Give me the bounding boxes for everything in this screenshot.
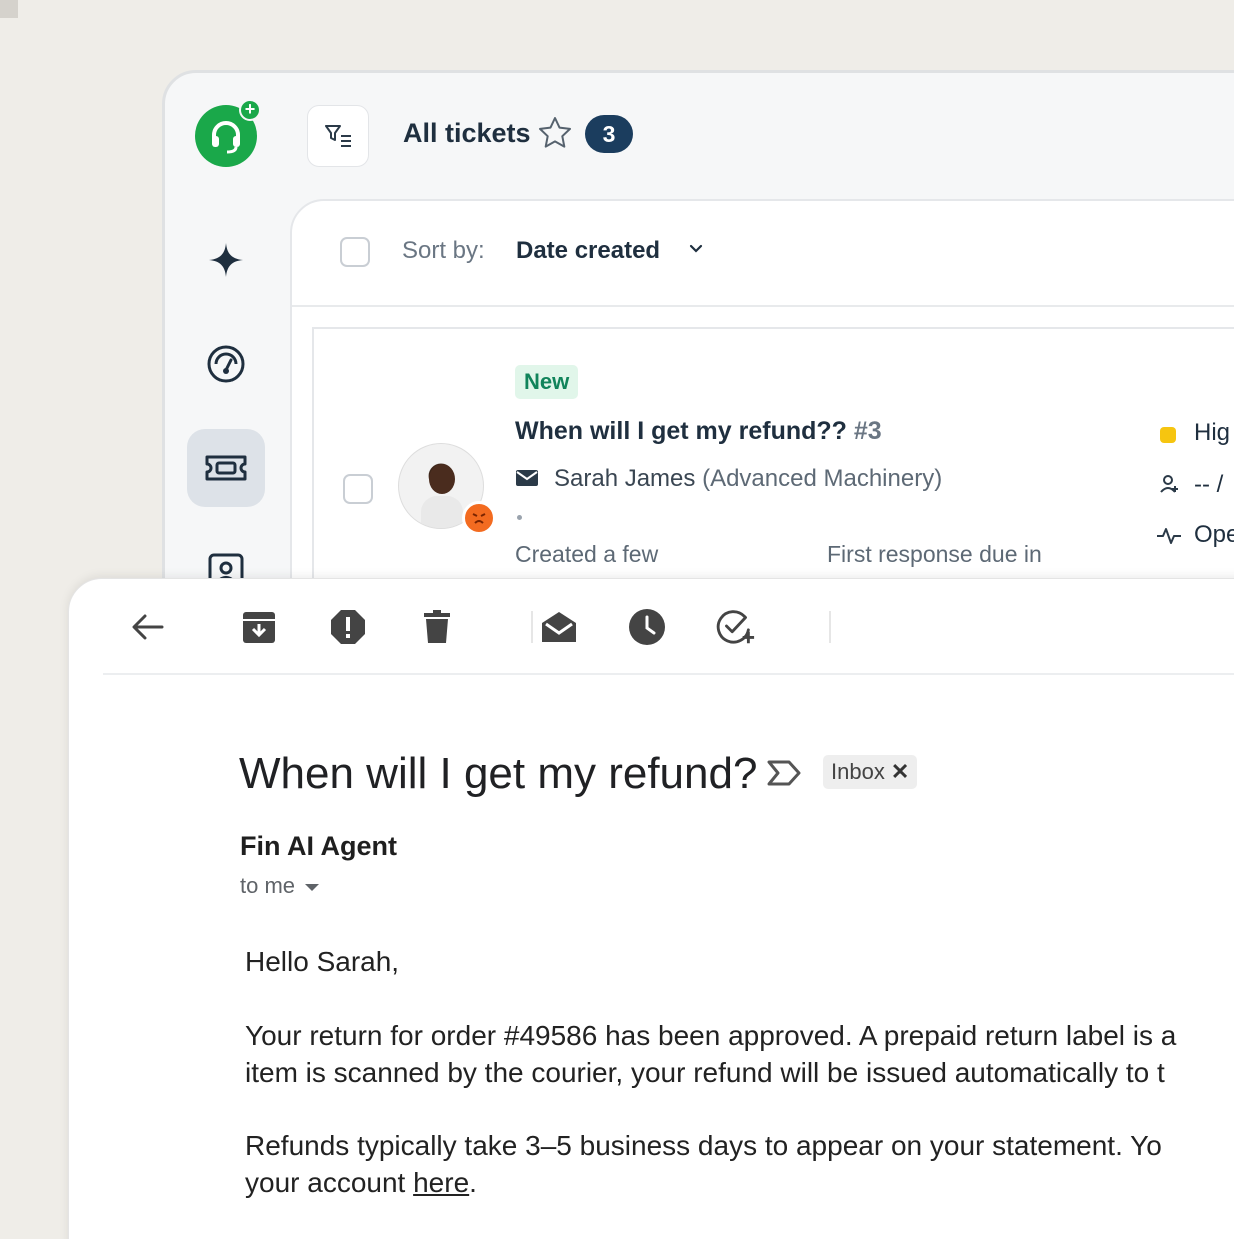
priority-value[interactable]: Hig — [1194, 419, 1230, 447]
report-spam-icon — [331, 610, 365, 644]
add-task-button[interactable] — [716, 607, 756, 647]
star-icon[interactable] — [537, 115, 573, 151]
activity-icon — [1157, 528, 1181, 544]
sender-name[interactable]: Fin AI Agent — [240, 831, 397, 862]
ticket-icon — [205, 455, 247, 481]
select-all-checkbox[interactable] — [340, 237, 370, 267]
toolbar-divider — [531, 611, 533, 643]
first-response-due: First response due in — [827, 541, 1042, 567]
ticket-count-badge: 3 — [585, 115, 633, 153]
ticket-subject-text: When will I get my refund?? — [515, 417, 847, 445]
caret-down-icon — [305, 883, 320, 891]
brand-logo[interactable]: + — [195, 99, 261, 167]
sort-label: Sort by: — [402, 237, 485, 264]
mark-unread-icon — [542, 612, 576, 642]
nav-item-dashboard[interactable] — [187, 325, 265, 403]
requester-name: Sarah James — [554, 465, 696, 492]
angry-sentiment-icon — [462, 501, 496, 535]
archive-button[interactable] — [239, 607, 279, 647]
report-spam-button[interactable] — [328, 607, 368, 647]
email-body-line: Your return for order #49586 has been ap… — [245, 1020, 1177, 1051]
nav-item-tickets[interactable] — [187, 429, 265, 507]
email-body-line: Refunds typically take 3–5 business days… — [245, 1130, 1162, 1161]
assignee-icon — [1160, 475, 1178, 493]
filter-button[interactable] — [307, 105, 369, 167]
headset-icon — [212, 121, 240, 154]
nav-item-ai[interactable] — [187, 221, 265, 299]
email-body-line: item is scanned by the courier, your ref… — [245, 1057, 1165, 1088]
plus-icon: + — [239, 99, 261, 121]
created-time: Created a few — [515, 541, 659, 567]
state-value[interactable]: Ope — [1194, 521, 1234, 549]
body-text-segment: your account — [245, 1167, 414, 1198]
email-channel-icon — [516, 470, 538, 486]
assignee-value[interactable]: -- / — [1194, 471, 1223, 499]
status-badge: New — [515, 365, 579, 399]
snooze-icon — [629, 609, 665, 645]
ticket-subject[interactable]: When will I get my refund?? #3 — [515, 417, 882, 446]
separator-dot — [517, 515, 522, 520]
mark-unread-button[interactable] — [539, 607, 579, 647]
sparkle-icon — [209, 243, 243, 277]
email-greeting: Hello Sarah, — [245, 946, 400, 977]
body-text-segment: . — [469, 1167, 477, 1198]
email-toolbar — [103, 579, 1234, 675]
corner-marker — [0, 0, 18, 18]
requester[interactable]: Sarah James (Advanced Machinery) — [554, 465, 942, 493]
recipient-text: to me — [240, 873, 296, 898]
view-title: All tickets — [403, 118, 531, 148]
account-link[interactable]: here — [413, 1167, 469, 1198]
delete-icon — [424, 610, 450, 643]
archive-icon — [243, 612, 275, 643]
email-window: When will I get my refund? Inbox ✕ Fin AI… — [68, 578, 1234, 1239]
inbox-label-text: Inbox — [831, 759, 885, 784]
back-arrow-icon — [132, 614, 164, 640]
back-button[interactable] — [128, 607, 168, 647]
list-header: Sort by: Date created — [292, 201, 1234, 307]
priority-indicator — [1160, 427, 1176, 443]
filter-list-icon — [325, 125, 351, 147]
sort-dropdown[interactable]: Date created — [516, 237, 660, 265]
inbox-label-chip[interactable]: Inbox ✕ — [823, 755, 918, 789]
ticket-number: #3 — [853, 417, 882, 445]
dashboard-gauge-icon — [207, 345, 245, 383]
email-body-line: your account here. — [245, 1164, 477, 1201]
toolbar-divider — [829, 611, 831, 643]
delete-button[interactable] — [417, 607, 457, 647]
requester-org: (Advanced Machinery) — [702, 465, 943, 492]
recipient-details[interactable]: to me — [240, 873, 320, 899]
snooze-button[interactable] — [627, 607, 667, 647]
email-subject: When will I get my refund? — [239, 749, 758, 798]
remove-label-icon[interactable]: ✕ — [891, 759, 909, 784]
chevron-down-icon[interactable] — [688, 243, 704, 255]
label-important-icon[interactable] — [767, 757, 803, 789]
add-task-icon — [716, 610, 755, 644]
ticket-checkbox[interactable] — [343, 474, 373, 504]
